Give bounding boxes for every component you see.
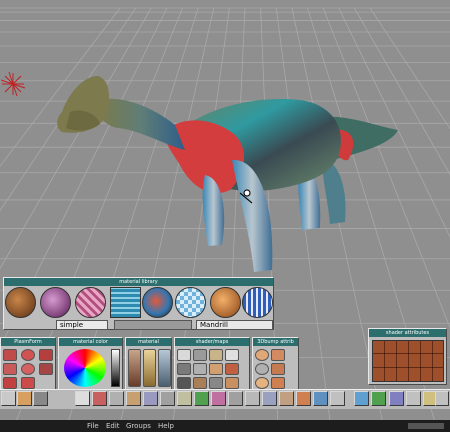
cylinder-tool-icon[interactable] [39, 349, 53, 361]
render-region-icon[interactable] [313, 391, 328, 406]
ruler-icon[interactable] [389, 391, 404, 406]
shader-name-field[interactable]: simple [56, 320, 108, 330]
help-icon[interactable] [435, 391, 449, 406]
material-palette: material [125, 337, 172, 390]
material-slot[interactable] [158, 349, 171, 387]
cone-tool-icon[interactable] [3, 363, 17, 375]
map-slot[interactable] [225, 377, 239, 389]
sphere-tool-icon[interactable] [21, 349, 35, 361]
bump-slot[interactable] [255, 377, 269, 389]
map-slot[interactable] [177, 377, 191, 389]
material-slot[interactable] [128, 349, 141, 387]
dinosaur-model [57, 76, 398, 272]
menu-edit[interactable]: Edit [106, 420, 120, 432]
palette-title: material color [59, 338, 122, 346]
material-swatch-mandrill[interactable] [142, 287, 173, 318]
palette-title: material [126, 338, 171, 346]
material-swatch-pink-stripes[interactable] [75, 287, 106, 318]
map-slot[interactable] [193, 349, 207, 361]
material-swatch-blue-stripes[interactable] [242, 287, 273, 318]
map-slot[interactable] [177, 363, 191, 375]
light-tool-icon[interactable] [228, 391, 243, 406]
menu-help[interactable]: Help [158, 420, 174, 432]
palette-title: PlasmForm [1, 338, 55, 346]
cube-tool-icon[interactable] [3, 349, 17, 361]
plasmform-palette: PlasmForm [0, 337, 56, 390]
menu-groups[interactable]: Groups [126, 420, 151, 432]
extrude-tool-icon[interactable] [160, 391, 175, 406]
tube-tool-icon[interactable] [3, 377, 17, 389]
bump-slot[interactable] [271, 377, 285, 389]
menu-file[interactable]: File [87, 420, 99, 432]
map-slot[interactable] [209, 349, 223, 361]
link-tool-icon[interactable] [262, 391, 277, 406]
bump-slot[interactable] [255, 349, 269, 361]
material-swatch-wood[interactable] [5, 287, 36, 318]
camera-icon[interactable] [33, 391, 48, 406]
texture-name-field[interactable]: Mandrill [196, 320, 273, 330]
star-burst-light-icon [0, 71, 26, 97]
rotate-tool-icon[interactable] [109, 391, 124, 406]
torus-tool-icon[interactable] [21, 363, 35, 375]
color-wheel[interactable] [64, 349, 106, 387]
palette-title: shader/maps [175, 338, 249, 346]
text-tool-icon[interactable] [21, 377, 35, 389]
polyhedron-tool-icon[interactable] [39, 363, 53, 375]
material-color-palette: material color [58, 337, 123, 390]
map-slot[interactable] [193, 363, 207, 375]
window-controls[interactable] [408, 423, 444, 429]
paint-tool-icon[interactable] [143, 391, 158, 406]
material-library-panel: material library simple Mandrill [3, 277, 274, 330]
shader-maps-palette: shader/maps [174, 337, 250, 390]
panel-title: material library [4, 278, 273, 286]
palette-title: shader attributes [369, 329, 446, 337]
grid-icon[interactable] [371, 391, 386, 406]
move-tool-icon[interactable] [92, 391, 107, 406]
bump-slot[interactable] [271, 349, 285, 361]
group-tool-icon[interactable] [279, 391, 294, 406]
spline-tool-icon[interactable] [245, 391, 260, 406]
map-slot[interactable] [177, 349, 191, 361]
map-slot[interactable] [209, 363, 223, 375]
lathe-tool-icon[interactable] [177, 391, 192, 406]
scale-tool-icon[interactable] [126, 391, 141, 406]
object-icon[interactable] [17, 391, 32, 406]
render-tool-icon[interactable] [296, 391, 311, 406]
undo-icon[interactable] [1, 391, 16, 406]
shader-slider[interactable] [114, 320, 192, 330]
material-swatch-orange[interactable] [210, 287, 241, 318]
map-slot[interactable] [193, 377, 207, 389]
sweep-tool-icon[interactable] [194, 391, 209, 406]
bump-slot[interactable] [255, 363, 269, 375]
map-slot[interactable] [225, 363, 239, 375]
wireframe-icon[interactable] [354, 391, 369, 406]
axis-icon[interactable] [406, 391, 421, 406]
material-swatch-blue-check[interactable] [175, 287, 206, 318]
map-slot[interactable] [225, 349, 239, 361]
bump-slot[interactable] [271, 363, 285, 375]
map-slot[interactable] [209, 377, 223, 389]
texture-tool-icon[interactable] [211, 391, 226, 406]
menu-bar: File Edit Groups Help [0, 420, 450, 432]
bump-attrib-palette: 3Dbump attrib [252, 337, 299, 390]
pointer-tool-icon[interactable] [75, 391, 90, 406]
material-swatch-teal-grid[interactable] [110, 287, 141, 318]
attribute-grid[interactable] [372, 340, 444, 382]
color-brightness-slider[interactable] [111, 349, 120, 387]
material-slot[interactable] [143, 349, 156, 387]
material-swatch-purple-pattern[interactable] [40, 287, 71, 318]
palette-title: 3Dbump attrib [253, 338, 298, 346]
preview-icon[interactable] [330, 391, 345, 406]
shader-attributes-palette: shader attributes [368, 328, 447, 385]
